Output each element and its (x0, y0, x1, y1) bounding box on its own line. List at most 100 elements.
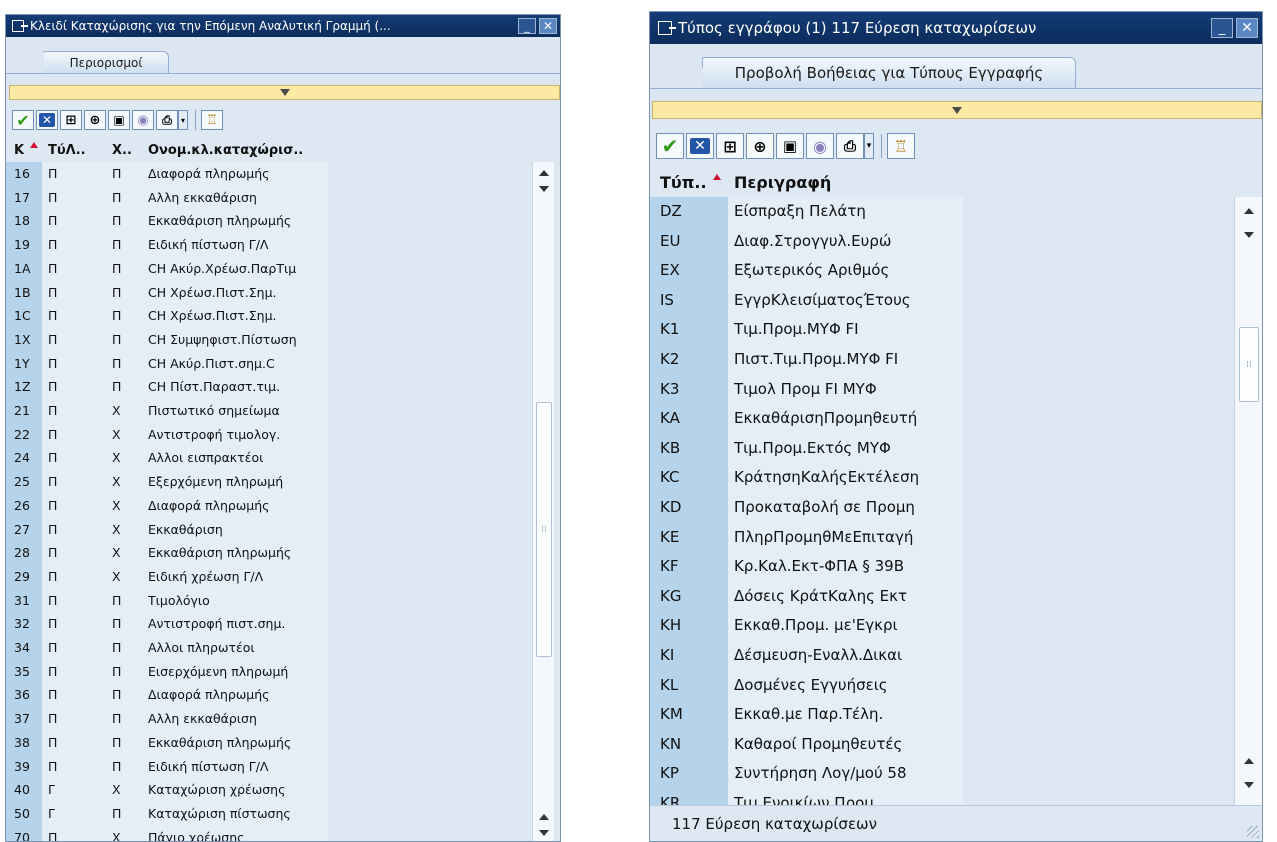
table-row[interactable]: KL Δοσμένες Εγγυήσεις (650, 671, 1234, 701)
scroll-down-button[interactable] (1235, 227, 1262, 243)
col-header-description[interactable]: Περιγραφή (734, 167, 831, 197)
table-row[interactable]: 32 Π Π Αντιστροφή πιστ.σημ. (6, 612, 532, 636)
col-header-x[interactable]: Χ.. (112, 138, 132, 162)
table-row[interactable]: EX Εξωτερικός Αριθμός (650, 256, 1234, 286)
print-icon[interactable]: ⎙ (836, 133, 864, 159)
scroll-thumb[interactable]: ⁞⁞ (1239, 327, 1259, 402)
collapse-bar[interactable] (652, 101, 1262, 119)
cancel-icon[interactable]: ✕ (36, 110, 58, 130)
resize-grip[interactable] (1247, 826, 1259, 838)
cell-name: Αντιστροφή τιμολογ. (148, 426, 281, 442)
page-up-button[interactable] (533, 810, 554, 824)
table-row[interactable]: 37 Π Π Αλλη εκκαθάριση (6, 707, 532, 731)
table-row[interactable]: KG Δόσεις ΚράτΚαλης Εκτ (650, 582, 1234, 612)
table-row[interactable]: 38 Π Π Εκκαθάριση πληρωμής (6, 731, 532, 755)
col-header-type[interactable]: ΤύΛ.. (48, 138, 86, 162)
table-row[interactable]: 35 Π Π Εισερχόμενη πληρωμή (6, 660, 532, 684)
table-row[interactable]: KB Τιμ.Προμ.Εκτός ΜΥΦ (650, 434, 1234, 464)
cell-type: Π (48, 640, 58, 655)
table-row[interactable]: 24 Π X Αλλοι εισπρακτέοι (6, 446, 532, 470)
table-row[interactable]: KN Καθαροί Προμηθευτές (650, 730, 1234, 760)
table-row[interactable]: 19 Π Π Ειδική πίστωση Γ/Λ (6, 233, 532, 257)
close-button[interactable]: ✕ (539, 18, 557, 34)
page-down-button[interactable] (1235, 777, 1262, 793)
table-row[interactable]: 25 Π X Εξερχόμενη πληρωμή (6, 470, 532, 494)
table-row[interactable]: KD Προκαταβολή σε Προμη (650, 493, 1234, 523)
table-row[interactable]: 1Z Π Π CH Πίστ.Παραστ.τιμ. (6, 375, 532, 399)
close-button[interactable]: ✕ (1236, 18, 1258, 38)
table-row[interactable]: 16 Π Π Διαφορά πληρωμής (6, 162, 532, 186)
find-next-icon[interactable]: ⊕ (746, 133, 774, 159)
table-row[interactable]: 1Y Π Π CH Ακύρ.Πιστ.σημ.C (6, 352, 532, 376)
table-row[interactable]: 17 Π Π Αλλη εκκαθάριση (6, 186, 532, 210)
table-row[interactable]: KE ΠληρΠρομηθΜεΕπιταγή (650, 523, 1234, 553)
dropdown-icon[interactable]: ▾ (178, 110, 188, 130)
cell-x: Π (112, 189, 122, 205)
table-row[interactable]: KI Δέσμευση-Εναλλ.Δικαι (650, 641, 1234, 671)
table-row[interactable]: 29 Π X Ειδική χρέωση Γ/Λ (6, 565, 532, 589)
wizard-icon[interactable]: ♖ (887, 133, 915, 159)
page-down-button[interactable] (533, 826, 554, 840)
table-row[interactable]: KH Εκκαθ.Προμ. με'Εγκρι (650, 611, 1234, 641)
table-row[interactable]: 70 Π X Πάγιο χρέωσης (6, 826, 532, 841)
col-header-key[interactable]: Κ (14, 138, 38, 162)
cell-type: KC (660, 468, 680, 487)
table-row[interactable]: 34 Π Π Αλλοι πληρωτέοι (6, 636, 532, 660)
table-row[interactable]: K1 Τιμ.Προμ.ΜΥΦ FI (650, 315, 1234, 345)
table-row[interactable]: 27 Π X Εκκαθάριση (6, 518, 532, 542)
table-row[interactable]: KP Συντήρηση Λογ/μού 58 (650, 759, 1234, 789)
table-row[interactable]: IS ΕγγρΚλεισίματοςΈτους (650, 286, 1234, 316)
table-row[interactable]: 18 Π Π Εκκαθάριση πληρωμής (6, 209, 532, 233)
table-row[interactable]: 22 Π X Αντιστροφή τιμολογ. (6, 423, 532, 447)
cell-description: Τιμ.Προμ.ΜΥΦ FI (734, 320, 859, 339)
table-row[interactable]: 1X Π Π CH Συμψηφιστ.Πίστωση (6, 328, 532, 352)
table-row[interactable]: 1A Π Π CH Ακύρ.Χρέωσ.ΠαρΤιμ (6, 257, 532, 281)
table-row[interactable]: 1C Π Π CH Χρέωσ.Πιστ.Σημ. (6, 304, 532, 328)
check-icon[interactable]: ✔ (656, 133, 684, 159)
select-icon[interactable]: ▣ (108, 110, 130, 130)
tab-restrictions[interactable]: Περιορισμοί (30, 51, 169, 74)
table-row[interactable]: KC ΚράτησηΚαλήςΕκτέλεση (650, 463, 1234, 493)
print-icon[interactable]: ⎙ (156, 110, 178, 130)
tab-help-view[interactable]: Προβολή Βοήθειας για Τύπους Εγγραφής (689, 57, 1076, 89)
find-next-icon[interactable]: ⊕ (84, 110, 106, 130)
table-row[interactable]: 39 Π Π Ειδική πίστωση Γ/Λ (6, 755, 532, 779)
collapse-bar[interactable] (9, 85, 560, 100)
table-row[interactable]: 36 Π Π Διαφορά πληρωμής (6, 683, 532, 707)
scroll-down-button[interactable] (533, 182, 554, 196)
table-row[interactable]: KF Κρ.Καλ.Εκτ-ΦΠΑ § 39Β (650, 552, 1234, 582)
find-icon[interactable]: ⊞ (716, 133, 744, 159)
table-row[interactable]: 21 Π X Πιστωτικό σημείωμα (6, 399, 532, 423)
table-row[interactable]: 50 Γ Π Καταχώριση πίστωσης (6, 802, 532, 826)
check-icon[interactable]: ✔ (12, 110, 34, 130)
table-row[interactable]: 1B Π Π CH Χρέωσ.Πιστ.Σημ. (6, 281, 532, 305)
col-header-name[interactable]: Ονομ.κλ.καταχώρισ.. (148, 138, 303, 162)
left-scrollbar[interactable]: ⁞⁞ (532, 162, 554, 841)
scroll-thumb[interactable]: ⁞⁞ (536, 402, 552, 657)
table-row[interactable]: KA ΕκκαθάρισηΠρομηθευτή (650, 404, 1234, 434)
table-row[interactable]: EU Διαφ.Στρογγυλ.Ευρώ (650, 227, 1234, 257)
table-row[interactable]: 26 Π X Διαφορά πληρωμής (6, 494, 532, 518)
table-row[interactable]: 28 Π X Εκκαθάριση πληρωμής (6, 541, 532, 565)
wizard-icon[interactable]: ♖ (201, 110, 223, 130)
cancel-icon[interactable]: ✕ (686, 133, 714, 159)
col-header-type[interactable]: Τύπ.. (660, 167, 721, 197)
cell-description: Είσπραξη Πελάτη (734, 202, 866, 220)
table-row[interactable]: K2 Πιστ.Τιμ.Προμ.ΜΥΦ FI (650, 345, 1234, 375)
minimize-button[interactable]: _ (518, 18, 536, 34)
dropdown-icon[interactable]: ▾ (864, 133, 874, 159)
right-scrollbar[interactable]: ⁞⁞ (1234, 197, 1262, 807)
info-icon[interactable]: ◉ (806, 133, 834, 159)
page-up-button[interactable] (1235, 753, 1262, 769)
table-row[interactable]: 40 Γ X Καταχώριση χρέωσης (6, 778, 532, 802)
table-row[interactable]: KM Εκκαθ.με Παρ.Τέλη. (650, 700, 1234, 730)
table-row[interactable]: K3 Τιμολ Προμ FI ΜΥΦ (650, 375, 1234, 405)
scroll-up-button[interactable] (533, 166, 554, 180)
find-icon[interactable]: ⊞ (60, 110, 82, 130)
scroll-up-button[interactable] (1235, 203, 1262, 219)
info-icon[interactable]: ◉ (132, 110, 154, 130)
minimize-button[interactable]: _ (1211, 18, 1233, 38)
table-row[interactable]: 31 Π Π Τιμολόγιο (6, 589, 532, 613)
table-row[interactable]: DZ Είσπραξη Πελάτη (650, 197, 1234, 227)
select-icon[interactable]: ▣ (776, 133, 804, 159)
